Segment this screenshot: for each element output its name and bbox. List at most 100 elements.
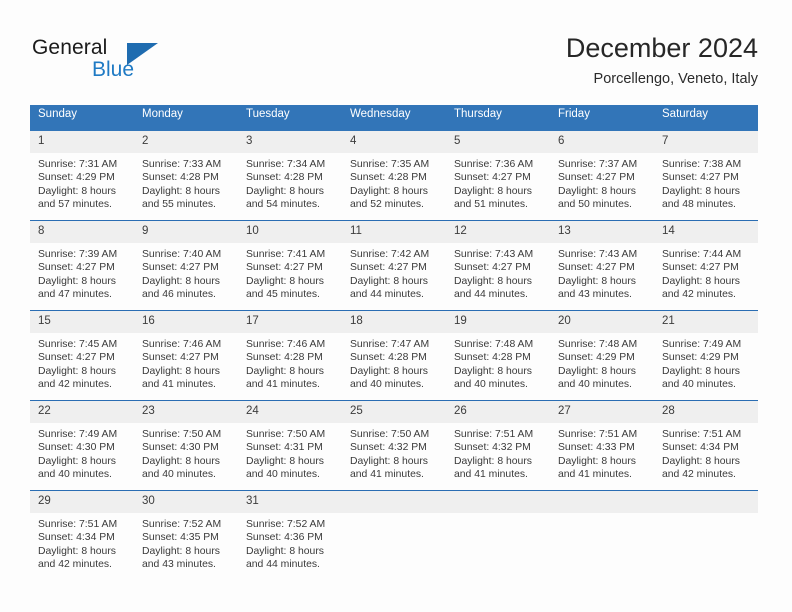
- day-cell[interactable]: 22 Sunrise: 7:49 AM Sunset: 4:30 PM Dayl…: [30, 400, 134, 491]
- day-number: 23: [134, 401, 238, 423]
- sunrise-text: Sunrise: 7:43 AM: [454, 249, 534, 260]
- sunrise-text: Sunrise: 7:44 AM: [662, 249, 742, 260]
- day-cell[interactable]: 29 Sunrise: 7:51 AM Sunset: 4:34 PM Dayl…: [30, 490, 134, 580]
- sunset-text: Sunset: 4:35 PM: [142, 532, 219, 544]
- day-cell[interactable]: 9 Sunrise: 7:40 AM Sunset: 4:27 PM Dayli…: [134, 220, 238, 311]
- day-cell[interactable]: 23 Sunrise: 7:50 AM Sunset: 4:30 PM Dayl…: [134, 400, 238, 491]
- day-number: 2: [134, 131, 238, 153]
- day-details: Sunrise: 7:48 AM Sunset: 4:28 PM Dayligh…: [446, 333, 550, 392]
- daylight-text-line2: and 40 minutes.: [558, 379, 632, 391]
- day-cell[interactable]: 18 Sunrise: 7:47 AM Sunset: 4:28 PM Dayl…: [342, 310, 446, 401]
- day-cell[interactable]: 15 Sunrise: 7:45 AM Sunset: 4:27 PM Dayl…: [30, 310, 134, 401]
- sunrise-text: Sunrise: 7:49 AM: [662, 339, 742, 350]
- weekday-header-friday: Friday: [550, 105, 654, 131]
- daylight-text-line1: Daylight: 8 hours: [558, 365, 636, 377]
- day-cell[interactable]: 7 Sunrise: 7:38 AM Sunset: 4:27 PM Dayli…: [654, 131, 758, 221]
- daylight-text-line2: and 57 minutes.: [38, 199, 112, 211]
- calendar-week-row: 22 Sunrise: 7:49 AM Sunset: 4:30 PM Dayl…: [30, 400, 758, 491]
- day-number: 29: [30, 491, 134, 513]
- day-cell[interactable]: 12 Sunrise: 7:43 AM Sunset: 4:27 PM Dayl…: [446, 220, 550, 311]
- day-number: [654, 491, 758, 513]
- sunrise-text: Sunrise: 7:43 AM: [558, 249, 638, 260]
- daylight-text-line1: Daylight: 8 hours: [142, 365, 220, 377]
- daylight-text-line2: and 45 minutes.: [246, 289, 320, 301]
- day-cell[interactable]: 6 Sunrise: 7:37 AM Sunset: 4:27 PM Dayli…: [550, 131, 654, 221]
- day-number: 15: [30, 311, 134, 333]
- page-subtitle: Porcellengo, Veneto, Italy: [593, 71, 758, 87]
- daylight-text-line1: Daylight: 8 hours: [454, 275, 532, 287]
- weekday-header-wednesday: Wednesday: [342, 105, 446, 131]
- logo-general-blue[interactable]: General Blue: [32, 36, 252, 86]
- day-cell[interactable]: 3 Sunrise: 7:34 AM Sunset: 4:28 PM Dayli…: [238, 131, 342, 221]
- day-cell[interactable]: 30 Sunrise: 7:52 AM Sunset: 4:35 PM Dayl…: [134, 490, 238, 580]
- sunrise-text: Sunrise: 7:38 AM: [662, 159, 742, 170]
- day-number: 12: [446, 221, 550, 243]
- calendar-week-row: 15 Sunrise: 7:45 AM Sunset: 4:27 PM Dayl…: [30, 310, 758, 401]
- day-cell[interactable]: 1 Sunrise: 7:31 AM Sunset: 4:29 PM Dayli…: [30, 131, 134, 221]
- daylight-text-line2: and 40 minutes.: [454, 379, 528, 391]
- sunrise-text: Sunrise: 7:49 AM: [38, 429, 118, 440]
- sunset-text: Sunset: 4:28 PM: [246, 172, 323, 184]
- daylight-text-line2: and 42 minutes.: [38, 559, 112, 571]
- sunrise-text: Sunrise: 7:46 AM: [246, 339, 326, 350]
- daylight-text-line1: Daylight: 8 hours: [38, 365, 116, 377]
- day-cell[interactable]: 8 Sunrise: 7:39 AM Sunset: 4:27 PM Dayli…: [30, 220, 134, 311]
- day-number: 4: [342, 131, 446, 153]
- day-cell[interactable]: 21 Sunrise: 7:49 AM Sunset: 4:29 PM Dayl…: [654, 310, 758, 401]
- sunrise-text: Sunrise: 7:36 AM: [454, 159, 534, 170]
- day-cell[interactable]: 31 Sunrise: 7:52 AM Sunset: 4:36 PM Dayl…: [238, 490, 342, 580]
- day-cell[interactable]: 16 Sunrise: 7:46 AM Sunset: 4:27 PM Dayl…: [134, 310, 238, 401]
- day-cell[interactable]: 2 Sunrise: 7:33 AM Sunset: 4:28 PM Dayli…: [134, 131, 238, 221]
- daylight-text-line2: and 42 minutes.: [662, 289, 736, 301]
- day-cell[interactable]: 24 Sunrise: 7:50 AM Sunset: 4:31 PM Dayl…: [238, 400, 342, 491]
- sunrise-text: Sunrise: 7:48 AM: [454, 339, 534, 350]
- day-cell[interactable]: 19 Sunrise: 7:48 AM Sunset: 4:28 PM Dayl…: [446, 310, 550, 401]
- day-cell[interactable]: 28 Sunrise: 7:51 AM Sunset: 4:34 PM Dayl…: [654, 400, 758, 491]
- day-number: 14: [654, 221, 758, 243]
- calendar-header-row: Sunday Monday Tuesday Wednesday Thursday…: [30, 105, 758, 131]
- day-cell[interactable]: 14 Sunrise: 7:44 AM Sunset: 4:27 PM Dayl…: [654, 220, 758, 311]
- day-cell[interactable]: 27 Sunrise: 7:51 AM Sunset: 4:33 PM Dayl…: [550, 400, 654, 491]
- day-cell[interactable]: 26 Sunrise: 7:51 AM Sunset: 4:32 PM Dayl…: [446, 400, 550, 491]
- daylight-text-line1: Daylight: 8 hours: [246, 365, 324, 377]
- sunset-text: Sunset: 4:27 PM: [454, 172, 531, 184]
- page-header: General Blue December 2024 Porcellengo, …: [0, 0, 792, 100]
- sunset-text: Sunset: 4:27 PM: [558, 262, 635, 274]
- day-cell[interactable]: 20 Sunrise: 7:48 AM Sunset: 4:29 PM Dayl…: [550, 310, 654, 401]
- sunset-text: Sunset: 4:32 PM: [454, 442, 531, 454]
- day-details: [446, 513, 550, 518]
- day-cell[interactable]: 13 Sunrise: 7:43 AM Sunset: 4:27 PM Dayl…: [550, 220, 654, 311]
- day-cell[interactable]: 25 Sunrise: 7:50 AM Sunset: 4:32 PM Dayl…: [342, 400, 446, 491]
- day-details: Sunrise: 7:31 AM Sunset: 4:29 PM Dayligh…: [30, 153, 134, 212]
- weekday-header-sunday: Sunday: [30, 105, 134, 131]
- daylight-text-line1: Daylight: 8 hours: [38, 185, 116, 197]
- day-cell[interactable]: 10 Sunrise: 7:41 AM Sunset: 4:27 PM Dayl…: [238, 220, 342, 311]
- day-cell[interactable]: 11 Sunrise: 7:42 AM Sunset: 4:27 PM Dayl…: [342, 220, 446, 311]
- day-details: Sunrise: 7:51 AM Sunset: 4:34 PM Dayligh…: [30, 513, 134, 572]
- daylight-text-line2: and 41 minutes.: [350, 469, 424, 481]
- sunset-text: Sunset: 4:34 PM: [38, 532, 115, 544]
- day-details: Sunrise: 7:45 AM Sunset: 4:27 PM Dayligh…: [30, 333, 134, 392]
- daylight-text-line2: and 44 minutes.: [246, 559, 320, 571]
- sunset-text: Sunset: 4:31 PM: [246, 442, 323, 454]
- sunrise-text: Sunrise: 7:45 AM: [38, 339, 118, 350]
- daylight-text-line1: Daylight: 8 hours: [558, 275, 636, 287]
- sunrise-text: Sunrise: 7:51 AM: [558, 429, 638, 440]
- day-details: Sunrise: 7:52 AM Sunset: 4:36 PM Dayligh…: [238, 513, 342, 572]
- day-number: 20: [550, 311, 654, 333]
- day-number: 24: [238, 401, 342, 423]
- day-details: Sunrise: 7:37 AM Sunset: 4:27 PM Dayligh…: [550, 153, 654, 212]
- day-cell[interactable]: 17 Sunrise: 7:46 AM Sunset: 4:28 PM Dayl…: [238, 310, 342, 401]
- daylight-text-line2: and 54 minutes.: [246, 199, 320, 211]
- calendar-body: 1 Sunrise: 7:31 AM Sunset: 4:29 PM Dayli…: [30, 131, 758, 580]
- weekday-header-row: Sunday Monday Tuesday Wednesday Thursday…: [30, 105, 758, 131]
- day-details: Sunrise: 7:34 AM Sunset: 4:28 PM Dayligh…: [238, 153, 342, 212]
- daylight-text-line1: Daylight: 8 hours: [454, 365, 532, 377]
- day-cell[interactable]: 5 Sunrise: 7:36 AM Sunset: 4:27 PM Dayli…: [446, 131, 550, 221]
- sunset-text: Sunset: 4:28 PM: [246, 352, 323, 364]
- day-number: 11: [342, 221, 446, 243]
- sunrise-text: Sunrise: 7:51 AM: [38, 519, 118, 530]
- daylight-text-line2: and 41 minutes.: [142, 379, 216, 391]
- day-number: 26: [446, 401, 550, 423]
- day-cell[interactable]: 4 Sunrise: 7:35 AM Sunset: 4:28 PM Dayli…: [342, 131, 446, 221]
